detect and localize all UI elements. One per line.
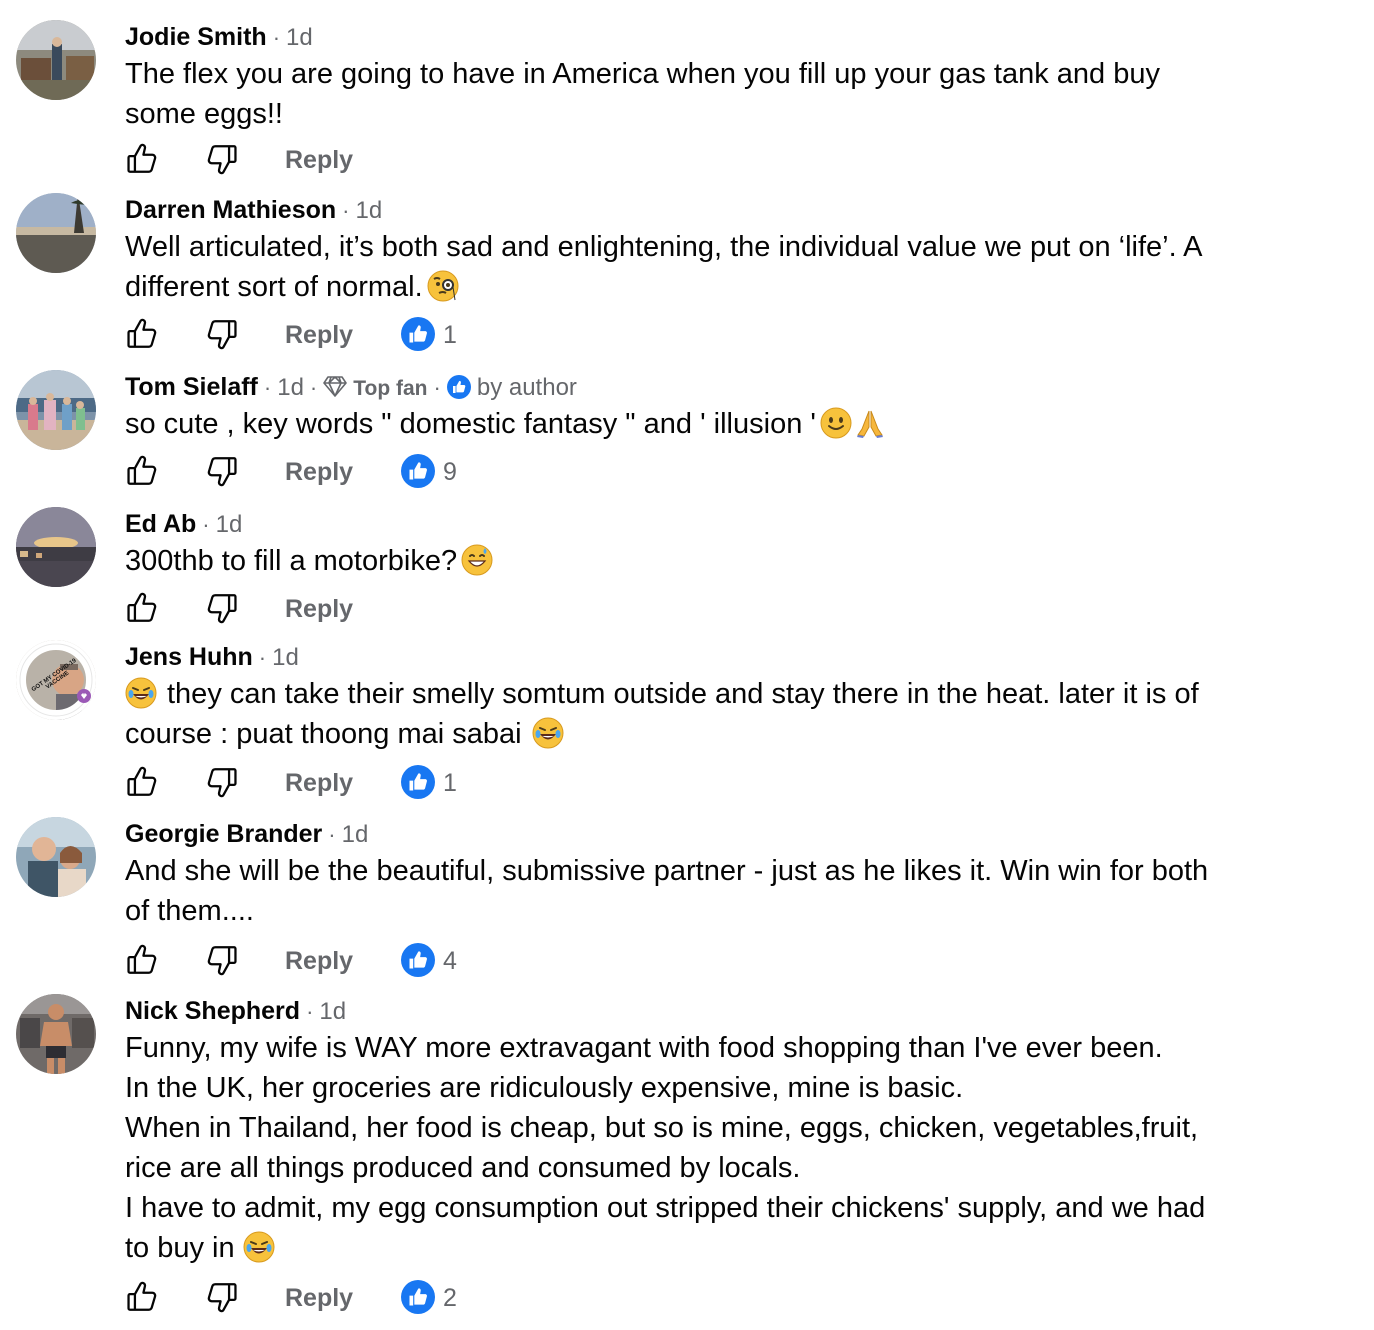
thumbs-up-icon[interactable] — [125, 142, 159, 176]
reaction-count: 1 — [443, 321, 457, 349]
comment-author[interactable]: Tom Sielaff — [125, 373, 258, 401]
reply-button[interactable]: Reply — [285, 589, 353, 629]
thumbs-down-icon[interactable] — [205, 765, 239, 799]
thumbs-down-icon[interactable] — [205, 943, 239, 977]
like-reaction-icon — [401, 317, 435, 351]
reply-button[interactable]: Reply — [285, 941, 353, 981]
thumbs-up-icon[interactable] — [125, 765, 159, 799]
reply-button[interactable]: Reply — [285, 315, 353, 355]
author-tag: by author — [476, 374, 577, 401]
reaction-count: 2 — [443, 1284, 457, 1312]
avatar[interactable] — [16, 507, 96, 587]
comment-timestamp[interactable]: 1d — [272, 644, 299, 671]
diamond-icon — [323, 376, 348, 397]
thumbs-down-icon[interactable] — [205, 591, 239, 625]
avatar[interactable] — [16, 20, 96, 100]
comment-text: Well articulated, it’s both sad and enli… — [125, 231, 1203, 303]
thumbs-up-icon[interactable] — [125, 317, 159, 351]
thumbs-down-icon[interactable] — [205, 454, 239, 488]
like-reaction-icon — [401, 765, 435, 799]
comment-text: 300thb to fill a motorbike? — [125, 541, 1314, 581]
monocle-face-emoji-icon — [427, 270, 459, 302]
comment-text: The flex you are going to have in Americ… — [125, 58, 1160, 130]
like-reaction-icon — [401, 943, 435, 977]
comment-timestamp[interactable]: 1d — [319, 998, 346, 1025]
comment-author[interactable]: Darren Mathieson — [125, 196, 336, 224]
comment-author[interactable]: Jens Huhn — [125, 643, 253, 671]
comment-text: so cute , key words " domestic fantasy "… — [125, 404, 1314, 444]
comment-timestamp[interactable]: 1d — [356, 197, 383, 224]
comment-author[interactable]: Jodie Smith — [125, 23, 267, 51]
thumbs-down-icon[interactable] — [205, 1280, 239, 1314]
avatar[interactable]: GOT MY COVID-19 VACCINE — [16, 640, 96, 720]
avatar[interactable] — [16, 370, 96, 450]
comment-timestamp[interactable]: 1d — [342, 821, 369, 848]
reply-button[interactable]: Reply — [285, 1278, 353, 1318]
smile-emoji-icon — [820, 407, 852, 439]
comment-author[interactable]: Georgie Brander — [125, 820, 322, 848]
rolling-laughing-emoji-icon — [125, 677, 157, 709]
thumbs-up-icon[interactable] — [125, 1280, 159, 1314]
comment-text: they can take their smelly somtum outsid… — [125, 677, 1199, 750]
rolling-laughing-emoji-icon — [532, 717, 564, 749]
rolling-laughing-emoji-icon — [243, 1231, 275, 1263]
reply-button[interactable]: Reply — [285, 763, 353, 803]
comment-timestamp[interactable]: 1d — [286, 24, 313, 51]
comment-author[interactable]: Nick Shepherd — [125, 997, 300, 1025]
reply-button[interactable]: Reply — [285, 452, 353, 492]
thumbs-up-icon[interactable] — [125, 943, 159, 977]
thumbs-down-icon[interactable] — [205, 317, 239, 351]
like-badge-icon — [447, 375, 471, 399]
reaction-count: 9 — [443, 458, 457, 486]
avatar[interactable] — [16, 994, 96, 1074]
like-reaction-icon — [401, 454, 435, 488]
pray-emoji-icon — [854, 407, 886, 439]
reaction-count: 4 — [443, 947, 457, 975]
reaction-count: 1 — [443, 769, 457, 797]
comment-author[interactable]: Ed Ab — [125, 510, 196, 538]
comment-text: And she will be the beautiful, submissiv… — [125, 855, 1209, 927]
like-reaction-icon — [401, 1280, 435, 1314]
avatar[interactable] — [16, 193, 96, 273]
thumbs-down-icon[interactable] — [205, 142, 239, 176]
grinning-sweat-emoji-icon — [461, 544, 493, 576]
reply-button[interactable]: Reply — [285, 140, 353, 180]
comment-timestamp[interactable]: 1d — [277, 374, 304, 401]
thumbs-up-icon[interactable] — [125, 454, 159, 488]
thumbs-up-icon[interactable] — [125, 591, 159, 625]
comment-timestamp[interactable]: 1d — [216, 511, 243, 538]
comment-text: Funny, my wife is WAY more extravagant w… — [125, 1032, 1206, 1264]
top-fan-badge: Top fan — [353, 377, 428, 400]
avatar[interactable] — [16, 817, 96, 897]
